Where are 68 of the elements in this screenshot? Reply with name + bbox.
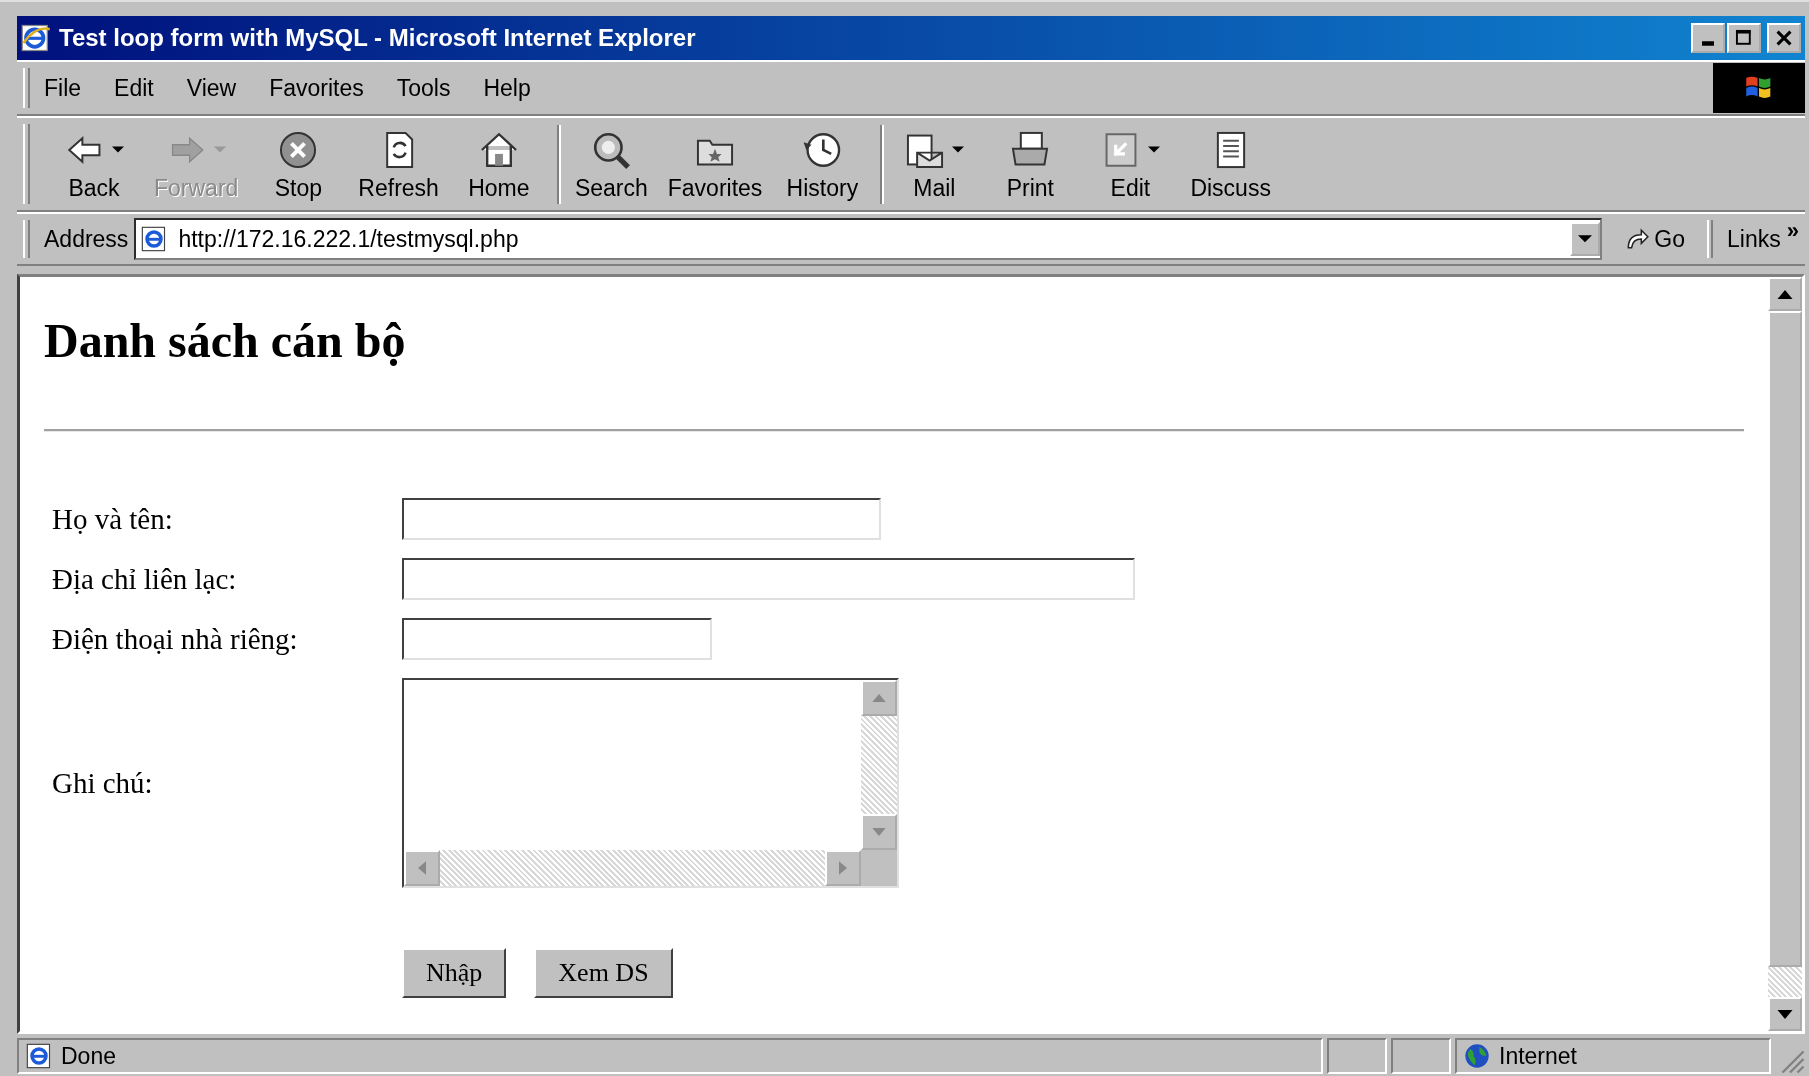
menu-item[interactable]: File bbox=[44, 74, 82, 102]
up-arrow-icon bbox=[1777, 289, 1793, 299]
refresh-button[interactable]: Refresh bbox=[348, 124, 449, 204]
search-button[interactable]: Search bbox=[556, 124, 658, 204]
favorites-button[interactable]: Favorites bbox=[657, 124, 773, 204]
caret-icon bbox=[952, 145, 965, 154]
globe-icon bbox=[1463, 1042, 1491, 1070]
menu-item[interactable]: View bbox=[186, 74, 237, 102]
maximize-button[interactable] bbox=[1727, 23, 1761, 53]
field-label: Địa chỉ liên lạc: bbox=[52, 562, 238, 596]
browser-logo-icon bbox=[21, 23, 51, 53]
vertical-scrollbar[interactable] bbox=[861, 680, 897, 850]
home-button[interactable]: Home bbox=[448, 124, 549, 204]
history-button[interactable]: History bbox=[772, 124, 873, 204]
close-icon bbox=[1775, 29, 1793, 47]
address-dropdown-button[interactable] bbox=[1570, 222, 1601, 256]
links-button[interactable]: Links bbox=[1721, 225, 1787, 253]
field-label: Ghi chú: bbox=[52, 766, 154, 800]
horizontal-scrollbar[interactable] bbox=[404, 850, 861, 886]
menu-item[interactable]: Tools bbox=[396, 74, 451, 102]
field-label: Điện thoại nhà riêng: bbox=[52, 622, 299, 656]
text-input[interactable] bbox=[402, 618, 712, 660]
caret-icon bbox=[1578, 234, 1593, 244]
address-label: Address bbox=[44, 225, 129, 253]
down-arrow-icon bbox=[1777, 1009, 1793, 1019]
discuss-button[interactable]: Discuss bbox=[1180, 124, 1281, 204]
address-field[interactable]: http://172.16.222.1/testmysql.php bbox=[134, 218, 1603, 260]
text-input[interactable] bbox=[402, 498, 881, 540]
status-pane bbox=[1327, 1038, 1387, 1074]
minimize-icon bbox=[1702, 41, 1714, 46]
go-button[interactable]: Go bbox=[1602, 225, 1700, 253]
page-heading: Danh sách cán bộ bbox=[44, 313, 407, 369]
scrollbar-track[interactable] bbox=[1768, 967, 1802, 997]
close-button[interactable] bbox=[1767, 23, 1801, 53]
caret-icon bbox=[214, 145, 227, 154]
field-label: Họ và tên: bbox=[52, 502, 174, 536]
submit-button[interactable]: Nhập bbox=[402, 948, 507, 998]
left-arrow-icon bbox=[418, 861, 426, 875]
menu-item[interactable]: Favorites bbox=[269, 74, 364, 102]
minimize-button[interactable] bbox=[1691, 23, 1725, 53]
address-url: http://172.16.222.1/testmysql.php bbox=[178, 225, 520, 253]
status-pane bbox=[1391, 1038, 1451, 1074]
print-button[interactable]: Print bbox=[980, 124, 1081, 204]
menu-item[interactable]: Edit bbox=[114, 74, 154, 102]
text-input[interactable] bbox=[402, 558, 1135, 600]
down-arrow-icon bbox=[872, 828, 886, 836]
toolbar-grip[interactable] bbox=[23, 68, 30, 108]
security-zone: Internet bbox=[1499, 1042, 1577, 1070]
up-arrow-icon bbox=[872, 694, 886, 702]
toolbar-grip[interactable] bbox=[23, 220, 30, 258]
submit-button[interactable]: Xem DS bbox=[534, 948, 673, 998]
menu-item[interactable]: Help bbox=[483, 74, 531, 102]
edit-button[interactable]: Edit bbox=[1080, 124, 1181, 204]
right-arrow-icon bbox=[839, 861, 847, 875]
status-text: Done bbox=[61, 1042, 116, 1070]
back-button[interactable]: Back bbox=[44, 124, 144, 204]
stop-button[interactable]: Stop bbox=[248, 124, 349, 204]
mail-button[interactable]: Mail bbox=[880, 124, 981, 204]
page-icon bbox=[25, 1042, 53, 1070]
caret-icon bbox=[1148, 145, 1161, 154]
scrollbar-corner bbox=[861, 850, 897, 886]
links-chevron[interactable]: » bbox=[1786, 218, 1805, 244]
toolbar-grip[interactable] bbox=[1707, 220, 1714, 258]
notes-textarea[interactable] bbox=[402, 678, 899, 888]
toolbar-grip[interactable] bbox=[23, 124, 30, 204]
caret-icon bbox=[112, 145, 124, 154]
maximize-icon bbox=[1735, 29, 1753, 47]
window-title: Test loop form with MySQL - Microsoft Internet Explorer bbox=[59, 24, 697, 52]
